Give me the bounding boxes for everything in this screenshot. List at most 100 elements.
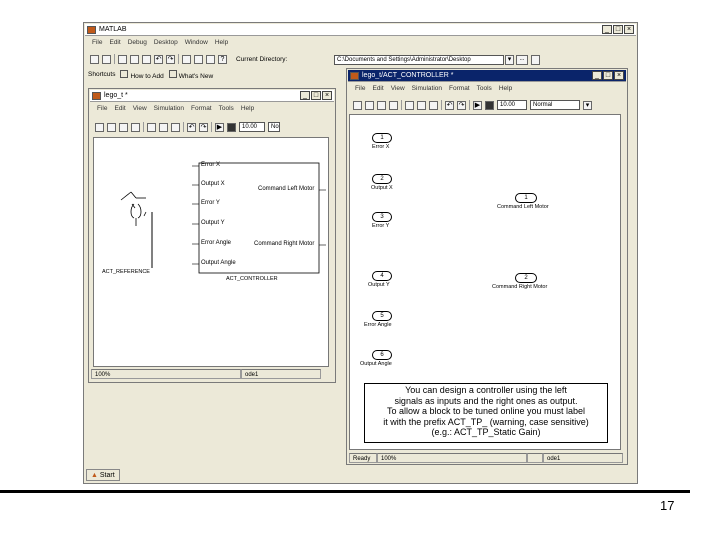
new-model-icon[interactable] [353, 100, 362, 110]
lego-minimize-button[interactable]: _ [300, 91, 310, 100]
shortcut-how-to-add[interactable]: How to Add [120, 70, 164, 82]
ctrl-minimize-button[interactable]: _ [592, 71, 602, 80]
print-icon[interactable] [131, 122, 140, 132]
outport-1-block[interactable]: 1 [515, 193, 537, 203]
note-line: To allow a block to be tuned online you … [386, 406, 586, 416]
save-icon[interactable] [119, 122, 128, 132]
ctrl-in-output-angle: Output Angle [201, 260, 236, 266]
lego-menu-edit[interactable]: Edit [114, 104, 125, 114]
lego-menu-view[interactable]: View [133, 104, 147, 114]
ctrl-menu-file[interactable]: File [355, 84, 365, 94]
guide-icon[interactable] [194, 54, 203, 64]
inport-2-block[interactable]: 2 [372, 174, 392, 184]
ctrl-in-error-angle: Error Angle [201, 240, 232, 246]
cut-icon[interactable] [147, 122, 156, 132]
menu-window[interactable]: Window [185, 38, 208, 48]
controller-titlebar[interactable]: lego_t/ACT_CONTROLLER * _ □ × [348, 70, 626, 82]
controller-title: lego_t/ACT_CONTROLLER * [362, 72, 454, 79]
stop-icon[interactable] [485, 100, 494, 110]
simulink-subsystem-icon [350, 72, 359, 80]
profiler-icon[interactable] [206, 54, 215, 64]
simulink-model-icon [92, 92, 101, 100]
undo-icon[interactable]: ↶ [445, 100, 454, 110]
lego-status-solver: ode1 [241, 369, 321, 379]
simulink-icon[interactable] [182, 54, 191, 64]
ctrl-menu-simulation[interactable]: Simulation [412, 84, 442, 94]
menu-edit[interactable]: Edit [109, 38, 120, 48]
menu-help[interactable]: Help [215, 38, 228, 48]
new-model-icon[interactable] [95, 122, 104, 132]
redo-icon[interactable]: ↷ [199, 122, 208, 132]
ctrl-maximize-button[interactable]: □ [603, 71, 613, 80]
outport-2-label: Command Right Motor [492, 284, 548, 290]
lego-menu-simulation[interactable]: Simulation [154, 104, 184, 114]
undo-icon[interactable]: ↶ [154, 54, 163, 64]
start-button[interactable]: ▲ Start [86, 469, 120, 481]
ctrl-menu-tools[interactable]: Tools [477, 84, 492, 94]
open-icon[interactable] [365, 100, 374, 110]
browse-button[interactable]: ... [516, 55, 528, 65]
help-icon[interactable]: ? [218, 54, 227, 64]
save-icon[interactable] [377, 100, 386, 110]
paste-icon[interactable] [429, 100, 438, 110]
cut-icon[interactable] [118, 54, 127, 64]
play-icon[interactable]: ▶ [473, 100, 482, 110]
play-icon[interactable]: ▶ [215, 122, 224, 132]
redo-icon[interactable]: ↷ [166, 54, 175, 64]
maximize-button[interactable]: □ [613, 25, 623, 34]
ctrl-sim-mode-select[interactable]: Normal [530, 100, 580, 110]
note-line: signals as inputs and the right ones as … [394, 395, 578, 406]
minimize-button[interactable]: _ [602, 25, 612, 34]
dir-dropdown-icon[interactable]: ▾ [505, 55, 514, 65]
ctrl-close-button[interactable]: × [614, 71, 624, 80]
stop-time-field[interactable]: 10.00 [239, 122, 265, 132]
controller-toolbar: ↶ ↷ ▶ 10.00 Normal ▾ [349, 98, 625, 112]
lego-menu-tools[interactable]: Tools [219, 104, 234, 114]
new-file-icon[interactable] [90, 54, 99, 64]
lego-menu-file[interactable]: File [97, 104, 107, 114]
lego-model-canvas[interactable]: ACT_REFERENCE Error X Output X Error Y O… [93, 137, 329, 367]
undo-icon[interactable]: ↶ [187, 122, 196, 132]
sim-mode-select[interactable]: No [268, 122, 280, 132]
inport-1-block[interactable]: 1 [372, 133, 392, 143]
ctrl-menu-help[interactable]: Help [499, 84, 512, 94]
inport-4-block[interactable]: 4 [372, 271, 392, 281]
sim-mode-dropdown-icon[interactable]: ▾ [583, 100, 592, 110]
menu-debug[interactable]: Debug [128, 38, 147, 48]
lego-close-button[interactable]: × [322, 91, 332, 100]
controller-canvas[interactable]: 1 Error X 2 Output X 3 Error Y 4 Output … [349, 114, 621, 450]
menu-desktop[interactable]: Desktop [154, 38, 178, 48]
close-button[interactable]: × [624, 25, 634, 34]
outport-2-block[interactable]: 2 [515, 273, 537, 283]
inport-2-label: Output X [371, 185, 393, 191]
paste-icon[interactable] [171, 122, 180, 132]
stop-icon[interactable] [227, 122, 236, 132]
ctrl-out-left-motor: Command Left Motor [258, 186, 315, 192]
copy-icon[interactable] [159, 122, 168, 132]
open-folder-icon[interactable] [102, 54, 111, 64]
copy-icon[interactable] [417, 100, 426, 110]
paste-icon[interactable] [142, 54, 151, 64]
inport-3-block[interactable]: 3 [372, 212, 392, 222]
redo-icon[interactable]: ↷ [457, 100, 466, 110]
current-dir-field[interactable]: C:\Documents and Settings\Administrator\… [334, 55, 504, 65]
lego-maximize-button[interactable]: □ [311, 91, 321, 100]
folder-up-icon[interactable] [531, 55, 540, 65]
ctrl-menu-format[interactable]: Format [449, 84, 470, 94]
cut-icon[interactable] [405, 100, 414, 110]
ctrl-menu-view[interactable]: View [391, 84, 405, 94]
ctrl-menu-edit[interactable]: Edit [372, 84, 383, 94]
ctrl-in-error-x: Error X [201, 162, 221, 168]
lego-menu-help[interactable]: Help [241, 104, 254, 114]
lego-menu-format[interactable]: Format [191, 104, 212, 114]
ctrl-stop-time-field[interactable]: 10.00 [497, 100, 527, 110]
inport-6-block[interactable]: 6 [372, 350, 392, 360]
copy-icon[interactable] [130, 54, 139, 64]
lego-titlebar[interactable]: lego_t * _ □ × [90, 90, 334, 102]
matlab-titlebar[interactable]: MATLAB _ □ × [85, 24, 636, 36]
inport-5-block[interactable]: 5 [372, 311, 392, 321]
shortcut-whats-new[interactable]: What's New [168, 70, 213, 82]
print-icon[interactable] [389, 100, 398, 110]
menu-file[interactable]: File [92, 38, 102, 48]
open-icon[interactable] [107, 122, 116, 132]
